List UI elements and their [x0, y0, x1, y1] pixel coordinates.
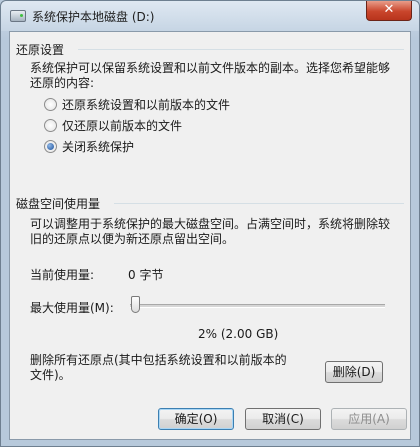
max-usage-label: 最大使用量(M): — [30, 301, 114, 315]
delete-button[interactable]: 删除(D) — [325, 361, 383, 383]
disk-usage-heading: 磁盘空间使用量 — [16, 197, 101, 211]
current-usage-label: 当前使用量: — [30, 268, 95, 282]
option-restore-settings-and-files-label: 还原系统设置和以前版本的文件 — [62, 98, 231, 112]
delete-text-line1: 删除所有还原点(其中包括系统设置和以前版本的 — [30, 353, 287, 367]
max-usage-slider-track[interactable] — [130, 304, 385, 308]
ok-button[interactable]: 确定(O) — [158, 408, 234, 430]
radio-turn-off-protection[interactable] — [44, 140, 57, 153]
disk-section-divider — [114, 203, 404, 204]
disk-description: 可以调整用于系统保护的最大磁盘空间。占满空间时，系统将删除较 旧的还原点以便为新… — [30, 217, 410, 247]
restore-description-line1: 系统保护可以保留系统设置和以前文件版本的副本。选择您希望能够 — [30, 61, 391, 75]
close-button[interactable]: ✕ — [366, 1, 412, 21]
dialog-client-area: 还原设置 系统保护可以保留系统设置和以前文件版本的副本。选择您希望能够 还原的内… — [9, 31, 411, 440]
apply-button[interactable]: 应用(A) — [331, 408, 407, 430]
max-usage-value: 2% (2.00 GB) — [198, 327, 279, 341]
option-turn-off-protection-label: 关闭系统保护 — [62, 140, 135, 154]
delete-text-line2: 文件)。 — [30, 368, 71, 382]
radio-restore-files-only[interactable] — [44, 119, 57, 132]
option-restore-files-only-label: 仅还原以前版本的文件 — [62, 119, 183, 133]
title-bar[interactable]: 系统保护本地磁盘 (D:) ✕ — [1, 1, 419, 31]
system-protection-dialog: 系统保护本地磁盘 (D:) ✕ 还原设置 系统保护可以保留系统设置和以前文件版本… — [0, 0, 420, 447]
cancel-button[interactable]: 取消(C) — [245, 408, 321, 430]
window-title: 系统保护本地磁盘 (D:) — [32, 10, 155, 24]
current-usage-value: 0 字节 — [128, 268, 164, 282]
delete-restore-points-text: 删除所有还原点(其中包括系统设置和以前版本的 文件)。 — [30, 353, 320, 383]
disk-description-line2: 旧的还原点以便为新还原点留出空间。 — [30, 232, 235, 246]
radio-restore-settings-and-files[interactable] — [44, 98, 57, 111]
restore-section-divider — [78, 49, 404, 50]
restore-description: 系统保护可以保留系统设置和以前文件版本的副本。选择您希望能够 还原的内容: — [30, 61, 410, 91]
max-usage-slider-thumb[interactable] — [130, 296, 140, 313]
drive-icon — [10, 10, 26, 22]
restore-settings-heading: 还原设置 — [16, 43, 65, 57]
restore-description-line2: 还原的内容: — [30, 76, 95, 90]
disk-description-line1: 可以调整用于系统保护的最大磁盘空间。占满空间时，系统将删除较 — [30, 217, 391, 231]
